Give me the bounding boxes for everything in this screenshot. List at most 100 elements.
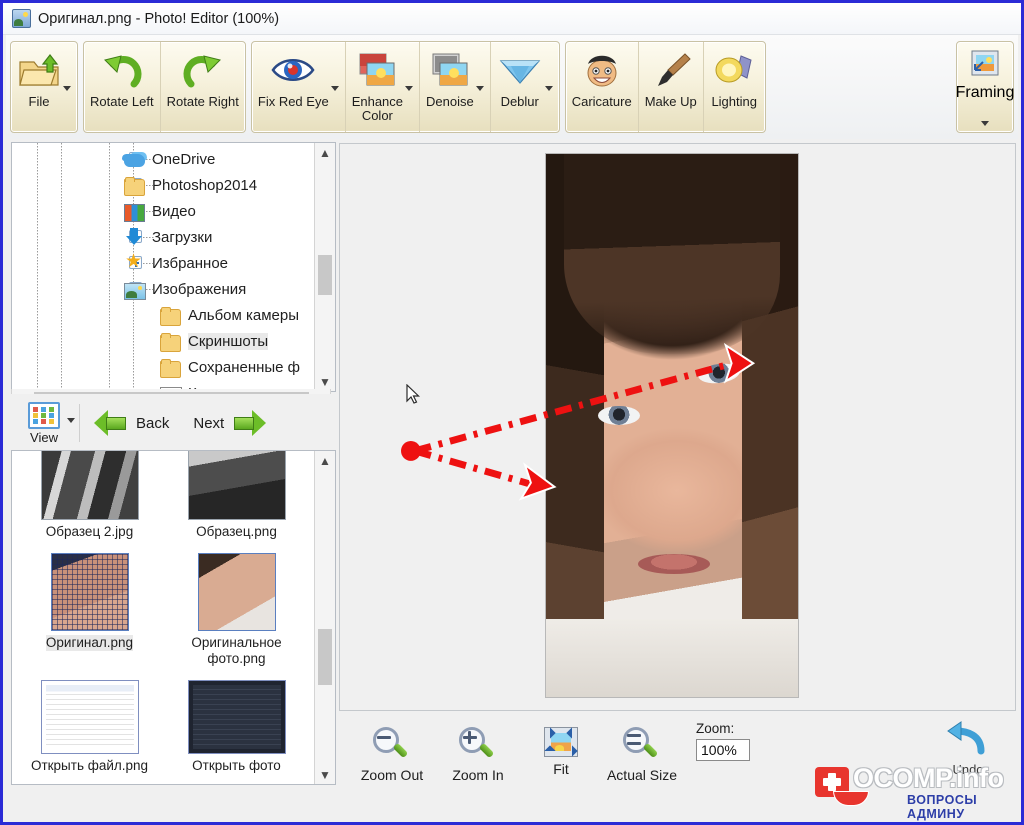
left-panel: OneDrive Photoshop2014 Видео Загрузки Из…: [6, 139, 336, 819]
lighting-button[interactable]: Lighting: [702, 42, 765, 132]
fix-red-eye-button[interactable]: Fix Red Eye: [252, 42, 345, 132]
makeup-brush-icon: [649, 47, 693, 93]
rotate-left-icon: [101, 47, 143, 93]
next-button-label: Next: [193, 414, 225, 432]
folder-icon: [160, 358, 182, 378]
arrow-right-icon: [233, 409, 267, 437]
zoom-in-button[interactable]: Zoom In: [433, 727, 523, 783]
tree-item-label: Скриншоты: [188, 332, 269, 350]
scrollbar-thumb[interactable]: [318, 629, 332, 685]
thumbnail-item-selected[interactable]: Оригинал.png: [20, 553, 159, 667]
thumbnail-image[interactable]: [40, 451, 139, 520]
downloads-icon: [124, 227, 146, 247]
tree-item-favorites[interactable]: Избранное: [12, 250, 313, 276]
rotate-right-button[interactable]: Rotate Right: [159, 42, 245, 132]
denoise-button[interactable]: Denoise: [419, 42, 490, 132]
deblur-label: Deblur: [500, 94, 539, 109]
tree-item-downloads[interactable]: Загрузки: [12, 224, 313, 250]
arrow-left-icon: [94, 409, 127, 437]
actual-size-label: Actual Size: [606, 767, 678, 783]
tree-item-screenshots[interactable]: Скриншоты: [12, 328, 313, 354]
back-button[interactable]: Back: [94, 409, 170, 437]
zoom-field-label: Zoom:: [696, 721, 735, 736]
favorites-star-icon: [124, 254, 146, 273]
fix-red-eye-label: Fix Red Eye: [257, 94, 329, 109]
thumbnail-image[interactable]: [40, 680, 139, 754]
folder-icon: [160, 332, 182, 352]
thumbnail-image[interactable]: [187, 680, 286, 754]
framing-icon: [971, 50, 999, 81]
rotate-right-label: Rotate Right: [166, 94, 239, 109]
toolbar-group-framing: Framing: [956, 41, 1014, 133]
thumbnail-item[interactable]: Открыть файл.png: [20, 680, 159, 774]
zoom-input[interactable]: [696, 739, 750, 761]
folder-tree-list: OneDrive Photoshop2014 Видео Загрузки Из…: [12, 146, 313, 391]
photo-detail: [564, 154, 780, 354]
chevron-down-icon[interactable]: [330, 86, 339, 91]
scroll-up-icon[interactable]: ▲: [315, 143, 335, 162]
tree-item-photoshop2014[interactable]: Photoshop2014: [12, 172, 313, 198]
thumbnail-label: Открыть файл.png: [30, 758, 149, 773]
denoise-icon: [428, 47, 472, 93]
enhance-color-button[interactable]: Enhance Color: [344, 42, 419, 132]
deblur-button[interactable]: Deblur: [489, 42, 559, 132]
fit-button[interactable]: Fit: [516, 727, 606, 777]
thumbnail-item[interactable]: Образец 2.jpg: [20, 451, 159, 540]
scroll-up-icon[interactable]: ▲: [315, 451, 335, 470]
tree-item-camera-roll[interactable]: Альбом камеры: [12, 302, 313, 328]
thumbnail-label: Оригинальное фото.png: [191, 635, 282, 666]
scroll-down-icon[interactable]: ▼: [315, 765, 335, 784]
thumbnail-label: Открыть фото: [192, 758, 281, 773]
zoom-out-button[interactable]: Zoom Out: [347, 727, 437, 783]
watermark-sub-text: ВОПРОСЫ АДМИНУ: [907, 793, 978, 821]
folder-tree-panel[interactable]: OneDrive Photoshop2014 Видео Загрузки Из…: [11, 142, 336, 392]
next-button[interactable]: Next: [193, 409, 267, 437]
chevron-down-icon[interactable]: [544, 86, 553, 91]
lighting-label: Lighting: [711, 94, 757, 109]
view-navigation-bar: View Back Next: [11, 394, 336, 452]
tree-vertical-scrollbar[interactable]: ▲ ▼: [314, 143, 335, 391]
tree-item-saved-photos[interactable]: Сохраненные ф: [12, 354, 313, 380]
toolbar-group-correction: Fix Red Eye Enhance Color Denoise Deblur: [250, 41, 560, 133]
image-canvas[interactable]: [339, 143, 1016, 711]
enhance-color-label: Enhance Color: [351, 94, 404, 123]
watermark-main-text: OCOMP.info: [853, 763, 1004, 793]
back-button-label: Back: [136, 414, 170, 432]
file-button[interactable]: File: [11, 42, 77, 132]
title-bar: Оригинал.png - Photo! Editor (100%): [3, 3, 1021, 35]
thumbnail-label: Оригинал.png: [45, 635, 134, 651]
photo-editor-window: Оригинал.png - Photo! Editor (100%) File: [0, 0, 1024, 825]
caricature-button[interactable]: Caricature: [566, 42, 638, 132]
tree-item-pictures[interactable]: Изображения: [12, 276, 313, 302]
thumbnail-image[interactable]: [197, 553, 276, 631]
toolbar-group-rotate: Rotate Left Rotate Right: [83, 41, 246, 133]
folder-icon: [160, 306, 182, 326]
thumbnail-image[interactable]: [50, 553, 129, 631]
chevron-down-icon[interactable]: [67, 417, 75, 423]
chevron-down-icon[interactable]: [981, 121, 989, 126]
thumbnail-item[interactable]: Образец.png: [167, 451, 306, 540]
chevron-down-icon[interactable]: [475, 86, 484, 91]
video-folder-icon: [124, 202, 146, 222]
thumbnail-item[interactable]: Открыть фото: [167, 680, 306, 774]
tree-item-onedrive[interactable]: OneDrive: [12, 146, 313, 172]
thumbnail-browser-panel[interactable]: Образец 2.jpg Образец.png Оригинал.png О…: [11, 450, 336, 785]
rotate-left-label: Rotate Left: [90, 94, 154, 109]
thumbnail-image[interactable]: [187, 451, 286, 520]
open-folder-icon: [17, 47, 61, 93]
make-up-button[interactable]: Make Up: [637, 42, 703, 132]
rotate-left-button[interactable]: Rotate Left: [84, 42, 160, 132]
scrollbar-thumb[interactable]: [318, 255, 332, 295]
folder-icon: [124, 176, 146, 196]
chevron-down-icon[interactable]: [63, 86, 71, 91]
framing-button[interactable]: Framing: [956, 42, 1014, 134]
thumbnail-item[interactable]: Оригинальное фото.png: [167, 553, 306, 667]
portrait-photo[interactable]: [545, 153, 799, 698]
actual-size-button[interactable]: Actual Size: [597, 727, 687, 783]
view-button[interactable]: View: [11, 401, 75, 445]
chevron-down-icon[interactable]: [405, 86, 414, 91]
tree-item-video[interactable]: Видео: [12, 198, 313, 224]
thumbnails-vertical-scrollbar[interactable]: ▲ ▼: [314, 451, 335, 784]
enhance-color-icon: [355, 47, 399, 93]
denoise-label: Denoise: [426, 94, 474, 109]
